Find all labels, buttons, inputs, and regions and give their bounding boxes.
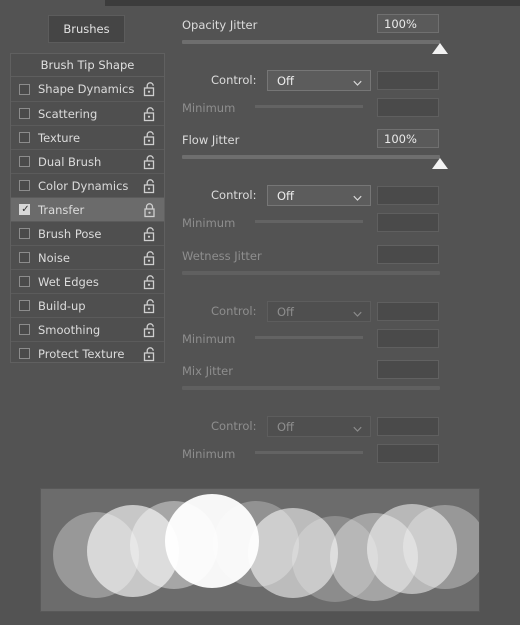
mix-jitter-label: Mix Jitter <box>182 364 233 378</box>
brush-option-row-protect-texture[interactable]: ✓Protect Texture <box>11 341 164 365</box>
lock-open-icon[interactable] <box>143 82 156 97</box>
flow-jitter-control-label: Control: <box>211 188 257 202</box>
mix-jitter-control-label: Control: <box>211 419 257 433</box>
flow-jitter-minimum-value-box[interactable] <box>377 213 439 232</box>
lock-closed-icon[interactable] <box>143 202 156 217</box>
checkbox-protect-texture[interactable]: ✓ <box>19 348 30 359</box>
lock-open-icon[interactable] <box>143 274 156 289</box>
opacity-jitter-label: Opacity Jitter <box>182 18 258 32</box>
brush-options-list: Brush Tip Shape ✓Shape Dynamics✓Scatteri… <box>10 53 165 363</box>
chevron-down-icon <box>353 423 362 432</box>
wetness-jitter-slider-track[interactable] <box>182 271 440 275</box>
flow-jitter-label: Flow Jitter <box>182 133 240 147</box>
mix-jitter-minimum-value-box[interactable] <box>377 444 439 463</box>
brush-option-row-texture[interactable]: ✓Texture <box>11 125 164 149</box>
checkbox-dual-brush[interactable]: ✓ <box>19 156 30 167</box>
flow-jitter-slider-track[interactable] <box>182 155 440 159</box>
opacity-jitter-slider-track[interactable] <box>182 40 440 44</box>
flow-jitter-minimum-slider[interactable] <box>255 220 363 223</box>
flow-jitter-value-field[interactable]: 100% <box>377 129 439 148</box>
flow-jitter-minimum-label: Minimum <box>182 216 236 230</box>
brush-option-row-wet-edges[interactable]: ✓Wet Edges <box>11 269 164 293</box>
wetness-jitter-value-field[interactable] <box>377 245 439 264</box>
opacity-jitter-control-select[interactable]: Off <box>267 70 371 91</box>
opacity-jitter-control-label: Control: <box>211 73 257 87</box>
wetness-jitter-control-label: Control: <box>211 304 257 318</box>
mix-jitter-value-field[interactable] <box>377 360 439 379</box>
transfer-options-pane: Opacity Jitter 100% Control: Off Minimum Flow… <box>175 0 520 480</box>
lock-open-icon[interactable] <box>143 130 156 145</box>
flow-jitter-control-value: Off <box>277 188 294 203</box>
brush-option-row-build-up[interactable]: ✓Build-up <box>11 293 164 317</box>
wetness-jitter-minimum-slider[interactable] <box>255 336 363 339</box>
checkbox-shape-dynamics[interactable]: ✓ <box>19 83 30 95</box>
lock-open-icon[interactable] <box>143 346 156 361</box>
mix-jitter-minimum-label: Minimum <box>182 447 236 461</box>
brush-dab <box>403 505 479 589</box>
lock-open-icon[interactable] <box>143 322 156 337</box>
brush-option-row-scattering[interactable]: ✓Scattering <box>11 101 164 125</box>
checkbox-color-dynamics[interactable]: ✓ <box>19 180 30 191</box>
lock-open-icon[interactable] <box>143 106 156 121</box>
mix-jitter-control-value-box[interactable] <box>377 417 439 436</box>
brush-option-row-dual-brush[interactable]: ✓Dual Brush <box>11 149 164 173</box>
opacity-jitter-control-value-box[interactable] <box>377 71 439 90</box>
lock-open-icon[interactable] <box>143 226 156 241</box>
chevron-down-icon <box>353 192 362 201</box>
checkbox-brush-pose[interactable]: ✓ <box>19 228 30 239</box>
mix-jitter-control-value: Off <box>277 419 294 434</box>
mix-jitter-slider-track[interactable] <box>182 386 440 390</box>
opacity-jitter-minimum-value-box[interactable] <box>377 98 439 117</box>
brush-option-row-brush-pose[interactable]: ✓Brush Pose <box>11 221 164 245</box>
chevron-down-icon <box>353 308 362 317</box>
lock-open-icon[interactable] <box>143 250 156 265</box>
wetness-jitter-minimum-label: Minimum <box>182 332 236 346</box>
checkbox-wet-edges[interactable]: ✓ <box>19 276 30 287</box>
opacity-jitter-control-value: Off <box>277 73 294 88</box>
brush-option-row-color-dynamics[interactable]: ✓Color Dynamics <box>11 173 164 197</box>
wetness-jitter-minimum-value-box[interactable] <box>377 329 439 348</box>
flow-jitter-control-select[interactable]: Off <box>267 185 371 206</box>
brush-option-row-shape-dynamics[interactable]: ✓Shape Dynamics <box>11 77 164 101</box>
brush-stroke-preview <box>40 488 480 612</box>
brush-tip-shape-header[interactable]: Brush Tip Shape <box>11 54 164 77</box>
flow-jitter-slider-handle[interactable] <box>432 158 448 169</box>
wetness-jitter-control-select[interactable]: Off <box>267 301 371 322</box>
checkbox-texture[interactable]: ✓ <box>19 132 30 143</box>
lock-open-icon[interactable] <box>143 298 156 313</box>
checkbox-transfer[interactable]: ✓ <box>19 204 30 215</box>
opacity-jitter-minimum-slider[interactable] <box>255 105 363 108</box>
brushes-tab-label: Brushes <box>63 22 110 36</box>
wetness-jitter-control-value: Off <box>277 304 294 319</box>
opacity-jitter-minimum-label: Minimum <box>182 101 236 115</box>
checkbox-scattering[interactable]: ✓ <box>19 108 30 119</box>
brush-option-row-noise[interactable]: ✓Noise <box>11 245 164 269</box>
lock-open-icon[interactable] <box>143 154 156 169</box>
brush-settings-panel: Brushes Brush Tip Shape ✓Shape Dynamics✓… <box>0 0 520 625</box>
flow-jitter-value: 100% <box>384 131 417 146</box>
brush-option-row-transfer[interactable]: ✓ Transfer <box>11 197 164 221</box>
wetness-jitter-control-value-box[interactable] <box>377 302 439 321</box>
opacity-jitter-value: 100% <box>384 16 417 31</box>
opacity-jitter-value-field[interactable]: 100% <box>377 14 439 33</box>
checkbox-noise[interactable]: ✓ <box>19 252 30 263</box>
wetness-jitter-label: Wetness Jitter <box>182 249 262 263</box>
checkbox-build-up[interactable]: ✓ <box>19 300 30 311</box>
flow-jitter-control-value-box[interactable] <box>377 186 439 205</box>
brush-tip-shape-label: Brush Tip Shape <box>40 58 135 72</box>
lock-open-icon[interactable] <box>143 178 156 193</box>
mix-jitter-control-select[interactable]: Off <box>267 416 371 437</box>
brushes-tab[interactable]: Brushes <box>48 15 125 43</box>
chevron-down-icon <box>353 77 362 86</box>
brush-option-row-smoothing[interactable]: ✓Smoothing <box>11 317 164 341</box>
opacity-jitter-slider-handle[interactable] <box>432 43 448 54</box>
mix-jitter-minimum-slider[interactable] <box>255 451 363 454</box>
checkbox-smoothing[interactable]: ✓ <box>19 324 30 335</box>
